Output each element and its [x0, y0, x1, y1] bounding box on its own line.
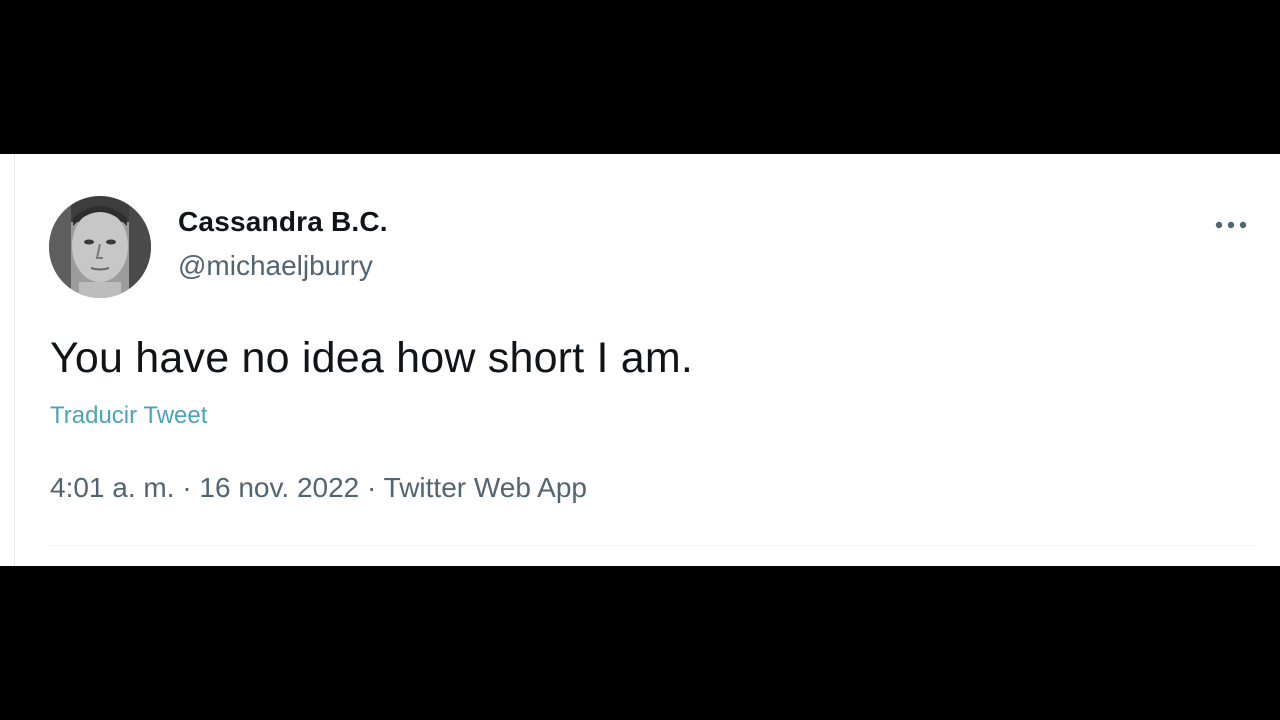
meta-separator: ·: [174, 472, 200, 503]
translate-tweet-link[interactable]: Traducir Tweet: [50, 402, 207, 430]
author-handle[interactable]: @michaeljburry: [178, 250, 373, 282]
avatar[interactable]: [49, 196, 151, 298]
letterbox-bottom-bar: [0, 566, 1280, 720]
tweet-date[interactable]: 16 nov. 2022: [199, 472, 359, 503]
divider: [50, 545, 1255, 546]
card-edge-line: [14, 154, 15, 566]
meta-separator: ·: [359, 472, 384, 503]
more-options-button[interactable]: [1210, 210, 1252, 240]
tweet-source: Twitter Web App: [383, 472, 587, 503]
author-display-name[interactable]: Cassandra B.C.: [178, 206, 388, 238]
profile-photo-icon: [49, 196, 151, 298]
tweet-card: Cassandra B.C. @michaeljburry You have n…: [0, 154, 1280, 566]
more-options-icon: [1215, 221, 1247, 229]
tweet-time[interactable]: 4:01 a. m.: [50, 472, 175, 503]
tweet-metadata: 4:01 a. m. · 16 nov. 2022 · Twitter Web …: [50, 472, 587, 504]
letterbox-top-bar: [0, 0, 1280, 154]
tweet-text: You have no idea how short I am.: [50, 334, 694, 382]
